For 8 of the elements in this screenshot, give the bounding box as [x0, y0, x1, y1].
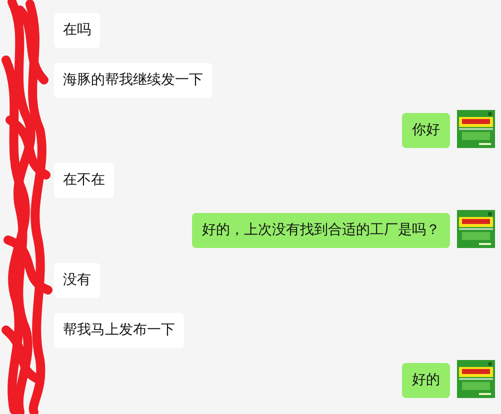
message-bubble: 好的，上次没有找到合适的工厂是吗？ [192, 213, 450, 248]
message-bubble: 你好 [402, 113, 450, 148]
message-bubble: 好的 [402, 363, 450, 398]
message-bubble: 在不在 [54, 163, 114, 198]
message-bubble: 在吗 [54, 13, 100, 48]
message-bubble: 帮我马上发布一下 [54, 313, 184, 348]
message-bubble: 海豚的帮我继续发一下 [54, 63, 212, 98]
message-bubble: 没有 [54, 263, 100, 298]
